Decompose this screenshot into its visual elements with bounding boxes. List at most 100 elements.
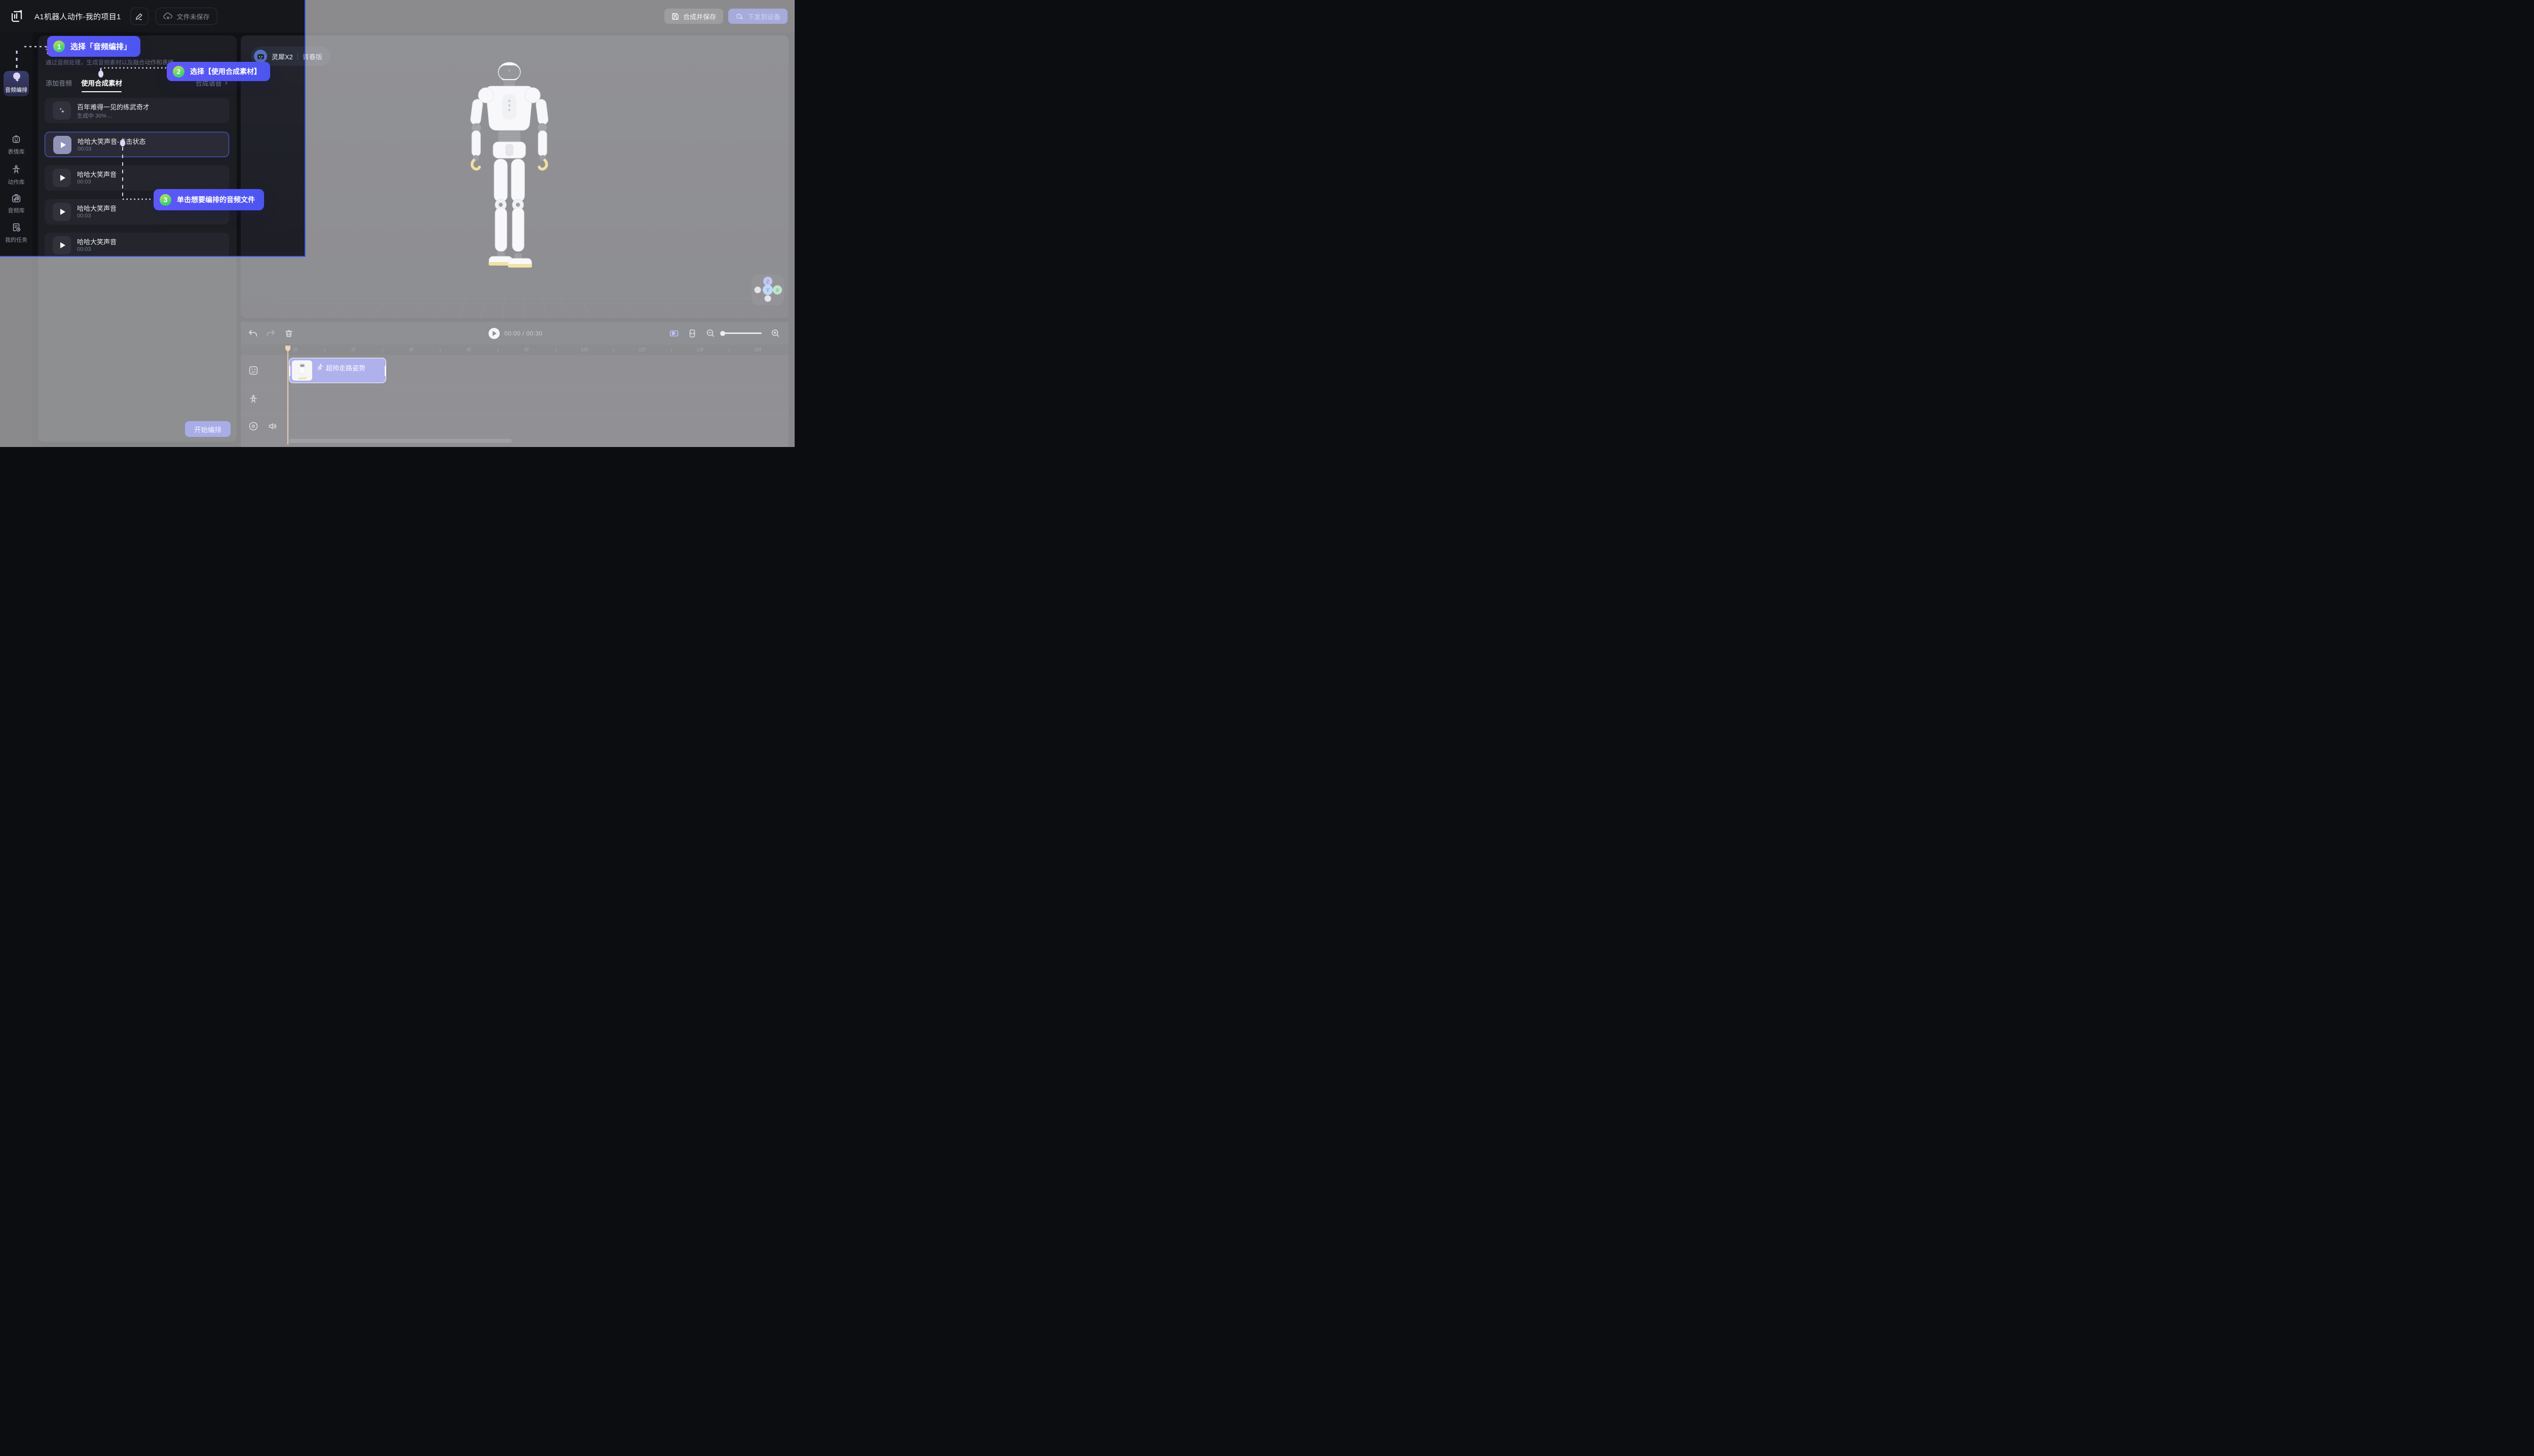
viewport-3d[interactable]: 灵犀X2 青春版 Z X Y xyxy=(241,35,789,318)
zoom-out-icon[interactable] xyxy=(705,328,716,339)
sidebar-item-label: 表情库 xyxy=(8,147,25,156)
robot-face-icon xyxy=(11,134,22,145)
sidebar-item-label: 音频库 xyxy=(8,206,25,214)
axis-gizmo[interactable]: Z X Y xyxy=(752,275,784,305)
robot-model[interactable] xyxy=(449,55,570,293)
sidebar-item-my-tasks[interactable]: 我的任务 xyxy=(0,222,32,244)
play-thumb-icon[interactable] xyxy=(53,136,71,154)
ruler-label: 12f xyxy=(639,347,646,353)
step-number-badge: 3 xyxy=(160,194,171,206)
start-arrange-button[interactable]: 开始编排 xyxy=(185,421,231,437)
ruler-tick xyxy=(671,348,672,353)
person-icon xyxy=(11,164,22,175)
save-disk-icon xyxy=(672,13,679,20)
deploy-label: 下发到设备 xyxy=(748,12,780,21)
cloud-unsaved-icon xyxy=(163,12,173,20)
chip-divider xyxy=(297,53,298,60)
undo-icon[interactable] xyxy=(248,328,258,339)
walking-person-icon xyxy=(316,363,324,371)
delete-icon[interactable] xyxy=(284,328,294,339)
snap-toggle-icon[interactable] xyxy=(669,328,679,339)
ruler-label: 14f xyxy=(696,347,703,353)
expression-track-icon xyxy=(248,365,258,376)
ruler-tick xyxy=(324,348,325,353)
play-thumb-icon[interactable] xyxy=(53,236,71,254)
sidebar-item-label: 音频编排 xyxy=(5,86,27,94)
playhead-marker[interactable] xyxy=(285,345,291,353)
step-text: 单击想要编排的音频文件 xyxy=(177,195,255,205)
play-button[interactable] xyxy=(489,328,500,339)
audio-item-title: 哈哈大笑声音 xyxy=(77,237,117,246)
deploy-to-device-button[interactable]: 下发到设备 xyxy=(728,9,788,24)
audio-item-selected[interactable]: 哈哈大笑声音-点击状态 00:03 xyxy=(45,132,229,157)
audio-item-generating[interactable]: 百年难得一见的练武奇才 生成中 30% ... xyxy=(45,98,229,123)
tutorial-step-1[interactable]: 1 选择「音频编排」 xyxy=(47,36,140,57)
audio-arrange-panel: 音频编排 通过音频处理，生成音频素材以及融合动作和表情 添加音频 使用合成素材 … xyxy=(38,35,237,442)
timeline-clip-walk-pose[interactable]: 超帅走路姿势 xyxy=(289,358,386,383)
zoom-slider-knob[interactable] xyxy=(720,331,725,336)
audio-item[interactable]: 哈哈大笑声音 00:03 xyxy=(45,233,229,258)
fit-width-icon[interactable] xyxy=(687,328,697,339)
save-status-label: 文件未保存 xyxy=(177,12,210,21)
clip-trim-handle-right[interactable] xyxy=(385,366,386,376)
sidebar-item-expression-library[interactable]: 表情库 xyxy=(0,134,32,156)
synthesize-save-button[interactable]: 合成并保存 xyxy=(664,9,723,24)
ruler-label: 6f xyxy=(467,347,471,353)
clip-label: 超帅走路姿势 xyxy=(326,363,365,372)
save-status: 文件未保存 xyxy=(156,8,217,25)
action-track-icon xyxy=(248,394,258,404)
robot-name: 灵犀X2 xyxy=(272,52,293,61)
task-list-icon xyxy=(11,222,22,233)
audio-item-title: 哈哈大笑声音-点击状态 xyxy=(78,136,145,146)
timeline-controls: 00:00 / 00:30 xyxy=(241,322,789,345)
ruler-tick xyxy=(613,348,614,353)
timeline-zoom-slider[interactable] xyxy=(721,332,762,334)
robot-download-icon xyxy=(735,12,743,20)
time-display: 00:00 / 00:30 xyxy=(504,330,542,337)
audio-item-duration: 00:03 xyxy=(77,213,91,219)
audio-item-status: 生成中 30% ... xyxy=(77,111,113,120)
gizmo-y-label: Y xyxy=(766,287,770,293)
play-thumb-icon[interactable] xyxy=(53,169,71,187)
pencil-icon xyxy=(135,12,143,21)
sparkle-thumb-icon xyxy=(53,101,71,120)
ruler-label: 4f xyxy=(409,347,413,353)
audio-item[interactable]: 哈哈大笑声音 00:03 xyxy=(45,165,229,191)
robot-avatar xyxy=(254,50,267,63)
playhead-line[interactable] xyxy=(287,352,288,444)
tutorial-step-2[interactable]: 2 选择【使用合成素材】 xyxy=(167,62,270,81)
sidebar-item-label: 动作库 xyxy=(8,178,25,186)
mute-speaker-icon[interactable] xyxy=(268,421,278,431)
tab-add-audio[interactable]: 添加音频 xyxy=(46,78,72,88)
audio-item-duration: 00:03 xyxy=(77,179,91,185)
sidebar-item-audio-arrange[interactable]: 音频编排 xyxy=(4,71,29,96)
tutorial-step-3[interactable]: 3 单击想要编排的音频文件 xyxy=(154,189,264,210)
music-box-icon xyxy=(11,193,22,204)
audio-track-icon xyxy=(248,421,258,431)
synthesize-save-label: 合成并保存 xyxy=(683,12,716,21)
gizmo-z-label: Z xyxy=(766,279,769,285)
sidebar-item-motion-library[interactable]: 动作库 xyxy=(0,164,32,186)
zoom-in-icon[interactable] xyxy=(770,328,780,339)
sidebar-item-audio-library[interactable]: 音频库 xyxy=(0,193,32,214)
step-text: 选择「音频编排」 xyxy=(70,41,131,52)
clip-trim-handle-left[interactable] xyxy=(289,366,290,376)
timeline-horizontal-scrollbar[interactable] xyxy=(289,439,512,443)
audio-item-title: 百年难得一见的练武奇才 xyxy=(77,102,150,111)
app-root: A1机器人动作-我的项目1 文件未保存 xyxy=(0,0,795,447)
tab-use-synth-material[interactable]: 使用合成素材 xyxy=(81,78,122,88)
ruler-label: 0f xyxy=(293,347,297,353)
audio-item-duration: 00:03 xyxy=(78,146,92,152)
ruler-label: 16f xyxy=(754,347,761,353)
rename-button[interactable] xyxy=(130,8,148,25)
sidebar-item-label: 我的任务 xyxy=(5,236,27,244)
timeline: 00:00 / 00:30 0f 2f 4f 6f 8f 10f xyxy=(241,322,789,447)
gizmo-x-label: X xyxy=(776,288,779,293)
play-thumb-icon[interactable] xyxy=(53,203,71,221)
timeline-tracks: 超帅走路姿势 xyxy=(241,355,789,447)
sparkles-icon xyxy=(11,74,21,84)
timeline-ruler[interactable]: 0f 2f 4f 6f 8f 10f 12f 14f 16f xyxy=(241,345,789,355)
app-logo-icon xyxy=(10,10,23,23)
clip-thumbnail xyxy=(292,360,312,381)
redo-icon[interactable] xyxy=(266,328,276,339)
